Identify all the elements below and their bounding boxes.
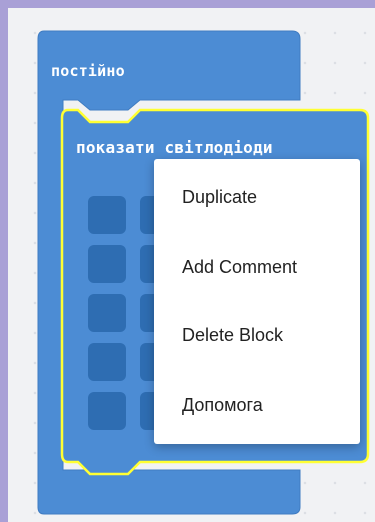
led-cell[interactable] (88, 294, 126, 332)
menu-item-add-comment[interactable]: Add Comment (182, 257, 297, 278)
context-menu: Duplicate Add Comment Delete Block Допом… (154, 159, 360, 444)
window-frame: постійно показати світлодіоди Duplicate … (0, 0, 375, 522)
menu-item-help[interactable]: Допомога (182, 395, 263, 416)
led-cell[interactable] (88, 343, 126, 381)
led-cell[interactable] (88, 392, 126, 430)
menu-item-duplicate[interactable]: Duplicate (182, 187, 257, 208)
show-leds-block-label: показати світлодіоди (76, 138, 273, 157)
led-cell[interactable] (88, 196, 126, 234)
forever-block-label: постійно (51, 62, 125, 80)
led-cell[interactable] (88, 245, 126, 283)
menu-item-delete-block[interactable]: Delete Block (182, 325, 283, 346)
